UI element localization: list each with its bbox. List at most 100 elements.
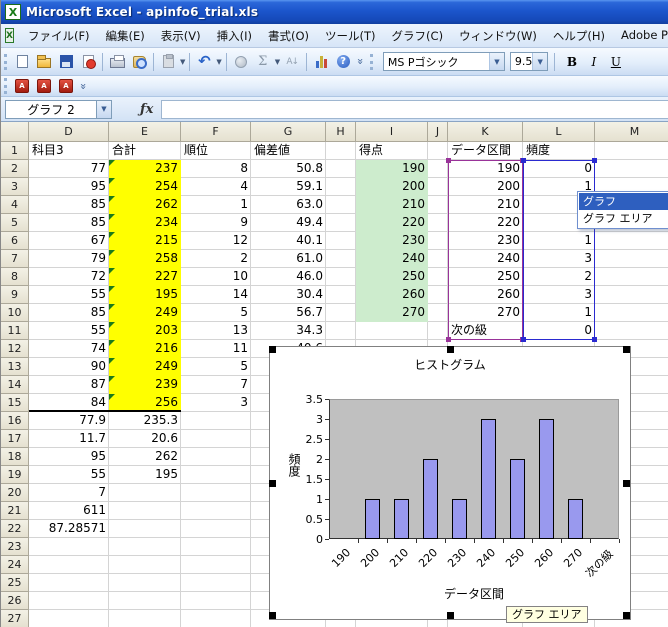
menu-item-4[interactable]: 書式(O): [260, 25, 317, 47]
convert-and-review-pdf-button[interactable]: A: [56, 76, 76, 96]
cell-E1[interactable]: 合計: [109, 142, 181, 160]
print-button[interactable]: [107, 52, 127, 72]
font-name-combo[interactable]: MS Pゴシック ▼: [383, 52, 505, 71]
toolbar-grip[interactable]: [4, 78, 7, 94]
cell-G11[interactable]: 34.3: [251, 322, 326, 340]
cell-D6[interactable]: 67: [29, 232, 109, 250]
cell-D18[interactable]: 95: [29, 448, 109, 466]
cell-I1[interactable]: 得点: [356, 142, 428, 160]
undo-dropdown[interactable]: ▼: [215, 58, 222, 66]
cell-K7[interactable]: 240: [448, 250, 523, 268]
menu-item-7[interactable]: ウィンドウ(W): [451, 25, 545, 47]
cell-K11[interactable]: 次の級: [448, 322, 523, 340]
convert-and-email-pdf-button[interactable]: A: [34, 76, 54, 96]
cell-F3[interactable]: 4: [181, 178, 251, 196]
menu-item-9[interactable]: Adobe PDF(B): [613, 25, 668, 47]
permission-button[interactable]: [78, 52, 98, 72]
cell-D13[interactable]: 90: [29, 358, 109, 376]
cell-D22[interactable]: 87.28571: [29, 520, 109, 538]
cell-K6[interactable]: 230: [448, 232, 523, 250]
toolbar-options-chevron[interactable]: »: [77, 83, 90, 90]
row-header-18[interactable]: 18: [1, 448, 29, 466]
chart-selection-handle[interactable]: [447, 346, 454, 353]
cell-G8[interactable]: 46.0: [251, 268, 326, 286]
chart-title[interactable]: ヒストグラム: [270, 356, 630, 373]
histogram-bar-270[interactable]: [568, 499, 583, 539]
cell-E14[interactable]: 239: [109, 376, 181, 394]
cell-F4[interactable]: 1: [181, 196, 251, 214]
chart-selection-handle[interactable]: [269, 480, 276, 487]
row-header-10[interactable]: 10: [1, 304, 29, 322]
cell-E4[interactable]: 262: [109, 196, 181, 214]
menu-item-5[interactable]: ツール(T): [317, 25, 384, 47]
cell-D17[interactable]: 11.7: [29, 430, 109, 448]
column-header-J[interactable]: J: [428, 122, 448, 142]
cell-L10[interactable]: 1: [523, 304, 595, 322]
column-header-M[interactable]: M: [595, 122, 668, 142]
font-size-combo[interactable]: 9.5 ▼: [510, 52, 548, 71]
row-header-2[interactable]: 2: [1, 160, 29, 178]
sort-ascending-button[interactable]: A↓: [282, 52, 302, 72]
row-header-1[interactable]: 1: [1, 142, 29, 160]
cell-L11[interactable]: 0: [523, 322, 595, 340]
cell-F9[interactable]: 14: [181, 286, 251, 304]
formula-input[interactable]: [161, 100, 668, 119]
menu-item-0[interactable]: ファイル(F): [20, 25, 98, 47]
cell-L7[interactable]: 3: [523, 250, 595, 268]
histogram-bar-200[interactable]: [365, 499, 380, 539]
save-button[interactable]: [56, 52, 76, 72]
cell-D21[interactable]: 611: [29, 502, 109, 520]
cell-E12[interactable]: 216: [109, 340, 181, 358]
cell-G9[interactable]: 30.4: [251, 286, 326, 304]
column-header-F[interactable]: F: [181, 122, 251, 142]
cell-L8[interactable]: 2: [523, 268, 595, 286]
cell-G3[interactable]: 59.1: [251, 178, 326, 196]
cell-G1[interactable]: 偏差値: [251, 142, 326, 160]
font-name-dropdown-icon[interactable]: ▼: [489, 53, 504, 70]
cell-I4[interactable]: 210: [356, 196, 428, 214]
row-header-24[interactable]: 24: [1, 556, 29, 574]
cell-I3[interactable]: 200: [356, 178, 428, 196]
chart-selection-handle[interactable]: [623, 612, 630, 619]
cell-G10[interactable]: 56.7: [251, 304, 326, 322]
cell-F12[interactable]: 11: [181, 340, 251, 358]
histogram-bar-210[interactable]: [394, 499, 409, 539]
menu-item-6[interactable]: グラフ(C): [384, 25, 452, 47]
row-header-25[interactable]: 25: [1, 574, 29, 592]
new-document-button[interactable]: [12, 52, 32, 72]
cell-E19[interactable]: 195: [109, 466, 181, 484]
cell-E17[interactable]: 20.6: [109, 430, 181, 448]
histogram-bar-240[interactable]: [481, 419, 496, 539]
chart-selection-handle[interactable]: [269, 346, 276, 353]
cell-F6[interactable]: 12: [181, 232, 251, 250]
column-header-K[interactable]: K: [448, 122, 523, 142]
cell-D7[interactable]: 79: [29, 250, 109, 268]
cell-F7[interactable]: 2: [181, 250, 251, 268]
convert-to-pdf-button[interactable]: A: [12, 76, 32, 96]
cell-G5[interactable]: 49.4: [251, 214, 326, 232]
cell-D11[interactable]: 55: [29, 322, 109, 340]
cell-F2[interactable]: 8: [181, 160, 251, 178]
cell-D20[interactable]: 7: [29, 484, 109, 502]
cell-I8[interactable]: 250: [356, 268, 428, 286]
row-header-12[interactable]: 12: [1, 340, 29, 358]
histogram-bar-250[interactable]: [510, 459, 525, 539]
cell-E16[interactable]: 235.3: [109, 412, 181, 430]
cell-K2[interactable]: 190: [448, 160, 523, 178]
menu-item-3[interactable]: 挿入(I): [209, 25, 260, 47]
font-size-dropdown-icon[interactable]: ▼: [532, 53, 547, 70]
embedded-chart[interactable]: ヒストグラム データ区間 頻度 00.511.522.533.519020021…: [269, 346, 631, 620]
cell-D9[interactable]: 55: [29, 286, 109, 304]
row-header-9[interactable]: 9: [1, 286, 29, 304]
cell-K10[interactable]: 270: [448, 304, 523, 322]
cell-D2[interactable]: 77: [29, 160, 109, 178]
cell-E18[interactable]: 262: [109, 448, 181, 466]
menu-item-8[interactable]: ヘルプ(H): [545, 25, 613, 47]
cell-I5[interactable]: 220: [356, 214, 428, 232]
cell-D5[interactable]: 85: [29, 214, 109, 232]
cell-G2[interactable]: 50.8: [251, 160, 326, 178]
cell-I6[interactable]: 230: [356, 232, 428, 250]
cell-K1[interactable]: データ区間: [448, 142, 523, 160]
cell-K3[interactable]: 200: [448, 178, 523, 196]
insert-function-button[interactable]: ƒx: [140, 102, 153, 117]
